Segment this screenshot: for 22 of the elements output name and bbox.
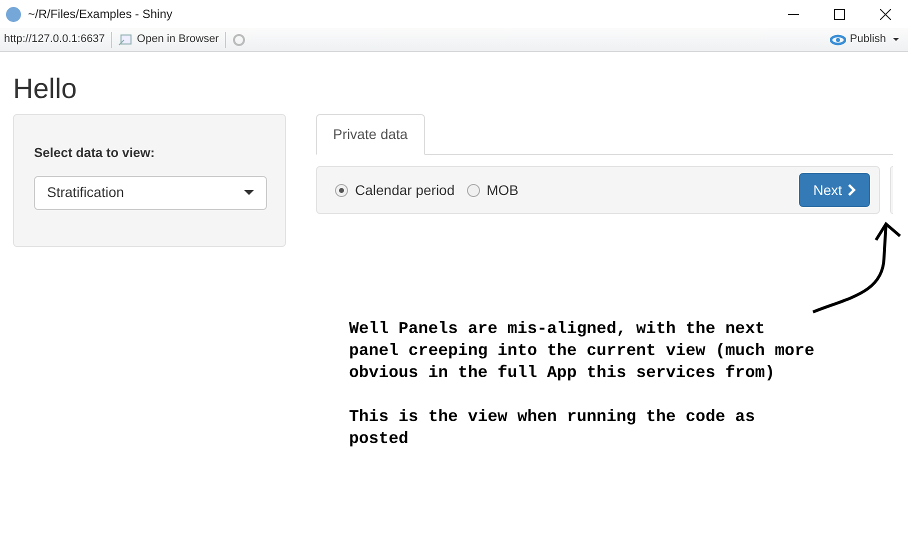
next-button[interactable]: Next bbox=[799, 173, 870, 207]
radio-option[interactable]: MOB bbox=[466, 180, 519, 200]
caret-icon bbox=[244, 190, 254, 196]
app-logo-icon bbox=[6, 6, 21, 22]
publish-button[interactable]: Publish bbox=[830, 31, 902, 48]
annotation-text: Well Panels are mis-aligned, with the next panel creeping into the current view (much more obvious in the full App this services from) bbox=[349, 318, 816, 384]
select-label: Select data to view: bbox=[34, 144, 156, 162]
radio-button[interactable] bbox=[335, 184, 348, 196]
radio-option[interactable]: Calendar period bbox=[335, 180, 455, 200]
open-in-browser-button[interactable]: Open in Browser bbox=[118, 31, 219, 48]
page-heading: Hello bbox=[13, 72, 78, 106]
tab[interactable]: Private data bbox=[316, 114, 425, 155]
annotation-text: This is the view when running the code as posted bbox=[349, 406, 756, 450]
radio-button[interactable] bbox=[466, 184, 480, 196]
browser-icon bbox=[118, 34, 132, 46]
data-select[interactable]: Stratification bbox=[34, 176, 267, 210]
chevron-right-icon bbox=[847, 184, 856, 196]
close-icon bbox=[880, 8, 890, 20]
maximize-icon bbox=[834, 8, 844, 20]
url-text: http://127.0.0.1:6637 bbox=[4, 32, 105, 48]
window-title: ~/R/Files/Examples - Shiny bbox=[28, 6, 172, 23]
publish-icon bbox=[830, 34, 846, 46]
